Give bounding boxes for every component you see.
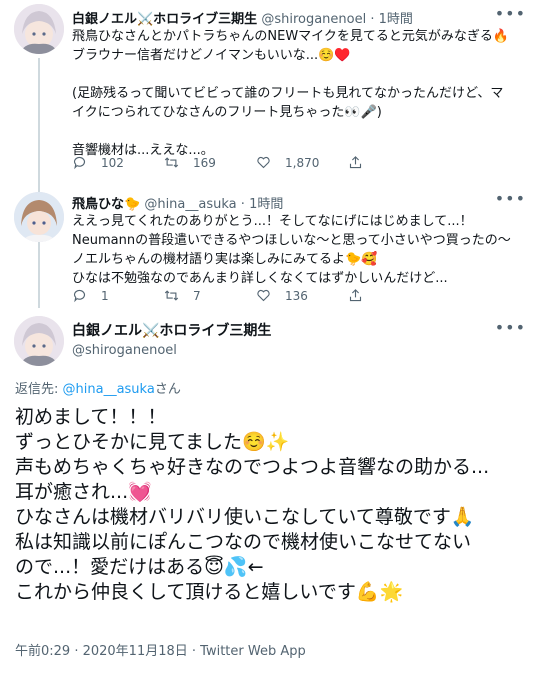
retweet-icon [164,157,179,168]
reply-icon [73,156,86,170]
separator: · [240,197,245,212]
tweet-time[interactable]: 1時間 [249,197,283,212]
action-bar: 102 169 1,870 [72,155,440,170]
separator: · [370,12,375,27]
author-handle[interactable]: @shiroganenoel [72,343,271,358]
reply-button[interactable]: 1 [72,288,164,303]
reply-icon [73,289,86,303]
tweet-timestamp[interactable]: 午前0:29 · 2020年11月18日 · Twitter Web App [15,640,306,659]
reply-to-suffix: さん [154,382,181,397]
retweet-button[interactable]: 169 [164,155,256,170]
author-handle[interactable]: @shiroganenoel [261,12,366,27]
avatar[interactable] [14,192,64,242]
reply-count: 102 [101,155,124,170]
main-author-block: 白銀ノエル⚔️ホロライブ三期生 @shiroganenoel [72,320,271,358]
retweet-icon [164,290,179,301]
like-button[interactable]: 136 [256,288,348,303]
thread-line [38,58,40,308]
avatar[interactable] [14,316,64,366]
avatar[interactable] [14,4,64,54]
tweet-header: 飛鳥ひな🐤 @hina__asuka · 1時間 [72,193,283,212]
retweet-count: 7 [193,288,201,303]
share-button[interactable] [348,155,440,170]
share-icon [349,289,362,302]
tweet-text: ええっ見てくれたのありがとう...！そしてなにげにはじめまして...！ Neum… [72,214,511,286]
reply-to-prefix: 返信先: [15,382,63,397]
heart-icon [257,289,270,302]
more-icon[interactable]: ••• [495,4,526,23]
action-bar: 1 7 136 [72,288,440,303]
tweet-text: 飛鳥ひなさんとかパトラちゃんのNEWマイクを見てると元気がみなぎる🔥 ブラウナー… [72,29,510,158]
like-button[interactable]: 1,870 [256,155,348,170]
retweet-count: 169 [193,155,216,170]
author-name[interactable]: 飛鳥ひな🐤 [72,197,140,212]
like-count: 1,870 [285,155,320,170]
main-tweet-text: 初めまして！！！ ずっとひそかに見てました☺️✨ 声もめちゃくちゃ好きなのでつよ… [15,406,490,603]
heart-icon [257,156,270,169]
reply-to-handle[interactable]: @hina__asuka [63,382,155,397]
share-button[interactable] [348,288,440,303]
tweet-time[interactable]: 1時間 [379,12,413,27]
reply-count: 1 [101,288,109,303]
more-icon[interactable]: ••• [495,318,526,337]
tweet-header: 白銀ノエル⚔️ホロライブ三期生 @shiroganenoel · 1時間 [72,8,413,27]
like-count: 136 [285,288,308,303]
author-name[interactable]: 白銀ノエル⚔️ホロライブ三期生 [72,320,271,340]
reply-to-line: 返信先: @hina__asukaさん [15,378,181,397]
retweet-button[interactable]: 7 [164,288,256,303]
reply-button[interactable]: 102 [72,155,164,170]
share-icon [349,156,362,169]
author-handle[interactable]: @hina__asuka [144,197,236,212]
more-icon[interactable]: ••• [495,189,526,208]
author-name[interactable]: 白銀ノエル⚔️ホロライブ三期生 [72,12,257,27]
